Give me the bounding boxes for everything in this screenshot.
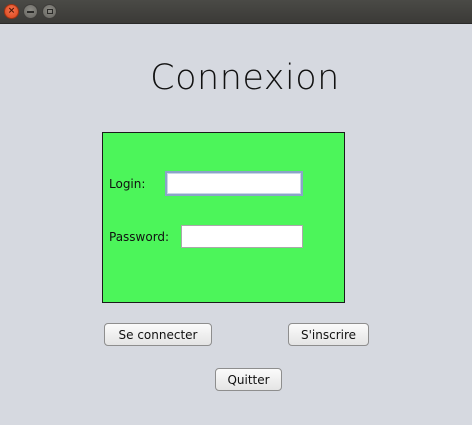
maximize-window-button[interactable] bbox=[42, 4, 57, 19]
minimize-icon bbox=[27, 11, 34, 13]
register-button[interactable]: S'inscrire bbox=[288, 323, 369, 346]
quit-button[interactable]: Quitter bbox=[215, 368, 282, 391]
window-titlebar: × bbox=[0, 0, 472, 24]
connect-button[interactable]: Se connecter bbox=[104, 323, 212, 346]
login-label: Login: bbox=[109, 177, 146, 191]
close-window-button[interactable]: × bbox=[4, 4, 19, 19]
password-label: Password: bbox=[109, 230, 170, 244]
maximize-icon bbox=[46, 9, 53, 14]
login-input[interactable] bbox=[165, 171, 303, 196]
password-input[interactable] bbox=[181, 225, 303, 248]
minimize-window-button[interactable] bbox=[23, 4, 38, 19]
login-form-panel: Login: Password: bbox=[102, 132, 345, 303]
close-icon: × bbox=[7, 6, 16, 16]
page-title: Connexion bbox=[150, 58, 340, 98]
